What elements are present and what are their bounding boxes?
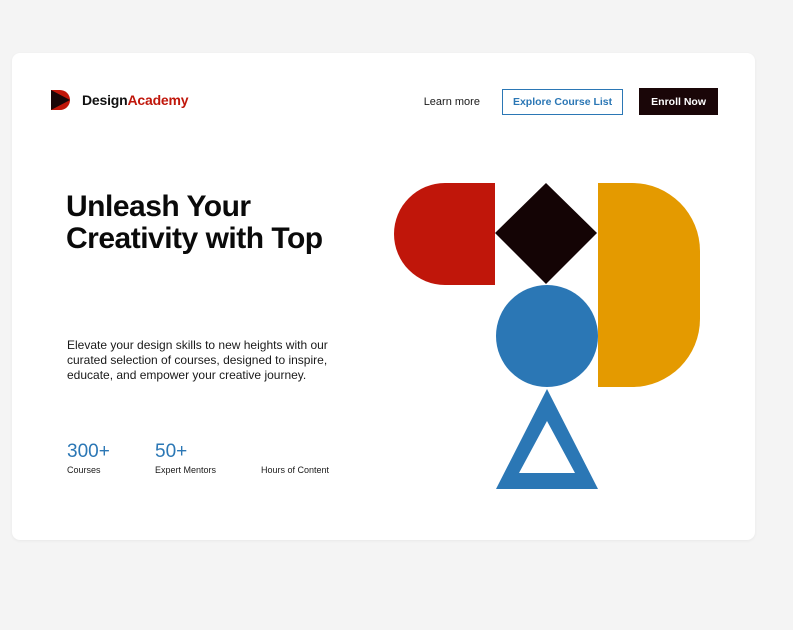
brand-name: DesignAcademy — [82, 92, 189, 108]
stat-label: Hours of Content — [261, 465, 330, 475]
blue-triangle-outline-shape — [496, 389, 598, 489]
red-half-capsule-shape — [394, 183, 495, 285]
yellow-d-shape — [598, 183, 700, 387]
hero-title: Unleash Your Creativity with Top — [66, 190, 323, 255]
geometric-illustration — [394, 183, 700, 489]
brand-logo[interactable]: DesignAcademy — [49, 89, 189, 111]
stat-courses: 300+ Courses — [67, 441, 155, 475]
brand-name-part2: Academy — [127, 92, 189, 108]
hero-description: Elevate your design skills to new height… — [67, 338, 328, 382]
explore-course-list-button[interactable]: Explore Course List — [501, 88, 624, 115]
black-diamond-shape — [495, 183, 597, 284]
stat-value: 50+ — [155, 441, 188, 462]
brand-name-part1: Design — [82, 92, 128, 108]
blue-circle-shape — [496, 285, 598, 387]
hero-card: DesignAcademy Learn more Explore Course … — [12, 53, 755, 540]
stat-label: Courses — [67, 465, 101, 475]
learn-more-link[interactable]: Learn more — [424, 96, 480, 108]
top-nav: Learn more Explore Course List Enroll No… — [424, 88, 718, 115]
stat-value: 300+ — [67, 441, 110, 462]
stats-row: 300+ Courses 50+ Expert Mentors Hours of… — [67, 441, 361, 475]
stat-hours: Hours of Content — [261, 441, 361, 475]
d-logo-icon — [51, 90, 70, 110]
stat-label: Expert Mentors — [155, 465, 217, 475]
stat-mentors: 50+ Expert Mentors — [155, 441, 261, 475]
enroll-now-button[interactable]: Enroll Now — [639, 88, 718, 115]
stat-value — [261, 441, 361, 463]
